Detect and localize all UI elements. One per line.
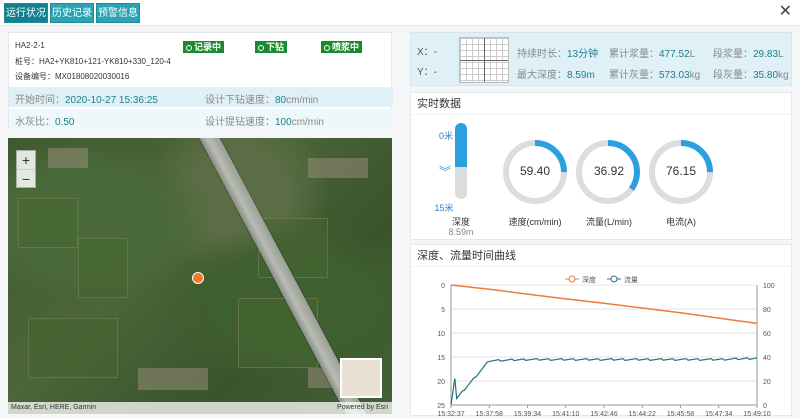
satellite-map[interactable]: + − Maxar, Esri, HERE, Garmin Powered by… (8, 138, 392, 414)
y-right-tick: 80 (763, 307, 771, 314)
chevron-down-icon: ︾ (438, 165, 451, 179)
record-icon (186, 45, 192, 51)
speed-label: 速度(cm/min) (508, 217, 562, 227)
top-bar: 运行状况 历史记录 预警信息 ✕ (0, 0, 800, 26)
tab-history[interactable]: 历史记录 (50, 3, 94, 23)
x-tick: 15:32:37 (437, 411, 464, 417)
x-tick: 15:45:58 (667, 411, 694, 417)
chart-legend: 深度 流量 (565, 275, 638, 284)
coordinate-stats-panel: X：- Y：- 持续时长：13分钟 累计浆量：477.52L 段浆量：29.83… (410, 32, 792, 86)
map-attribution: Maxar, Esri, HERE, Garmin Powered by Esr… (8, 402, 392, 414)
total-ash: 累计灰量：573.03kg (609, 70, 701, 81)
x-tick: 15:44:22 (629, 411, 656, 417)
design-down-speed: 设计下钻速度：80cm/min (205, 95, 319, 106)
realtime-data-panel: 实时数据 0米 ︾ 15米 深度 8.59m 59.40 36.92 76.15… (410, 92, 792, 240)
pile-info-panel: HA2-2-1 桩号：HA2+YK810+121-YK810+330_120-4… (8, 32, 393, 129)
start-time: 开始时间：2020-10-27 15:36:25 (15, 95, 158, 106)
depth-bottom-label: 15米 (434, 203, 454, 213)
y-left-tick: 0 (441, 283, 445, 290)
legend-flow-marker (610, 275, 618, 283)
tab-warnings[interactable]: 预警信息 (96, 3, 140, 23)
y-right-tick: 20 (763, 379, 771, 386)
segment-ash: 段灰量：35.80kg (713, 70, 789, 81)
y-left-tick: 10 (437, 331, 445, 338)
powered-by: Powered by Esri (337, 404, 388, 411)
map-field (78, 238, 128, 298)
flow-label: 流量(L/min) (585, 217, 632, 227)
status-badge-spraying: 喷浆中 (321, 41, 363, 53)
map-village (138, 368, 208, 390)
basemap-switcher[interactable] (340, 358, 382, 398)
status-badge-drilling: 下钻 (255, 41, 288, 53)
map-village (308, 158, 368, 178)
y-right-tick: 100 (763, 283, 775, 290)
record-icon (324, 45, 330, 51)
zoom-out-button[interactable]: − (17, 169, 35, 187)
flow-value: 36.92 (593, 164, 625, 178)
record-icon (258, 45, 264, 51)
depth-flow-chart-panel: 深度、流量时间曲线 深度 流量 0 5 10 15 20 25 100 80 60 40 20 0 15:3… (410, 244, 792, 417)
realtime-title: 实时数据 (411, 93, 791, 115)
tab-running-status[interactable]: 运行状况 (4, 3, 48, 23)
depth-flow-chart: 深度 流量 0 5 10 15 20 25 100 80 60 40 20 0 15:32:37 15:37:… (437, 275, 775, 417)
depth-value: 8.59m (448, 227, 474, 237)
map-field (18, 198, 78, 248)
max-depth: 最大深度：8.59m (517, 70, 595, 81)
map-field (28, 318, 118, 378)
pile-number: 桩号：HA2+YK810+121-YK810+330_120-4 (15, 57, 171, 66)
zoom-in-button[interactable]: + (17, 151, 35, 169)
series-depth-line (450, 284, 758, 325)
y-right-tick: 40 (763, 355, 771, 362)
design-up-speed: 设计提钻速度：100cm/min (205, 117, 324, 128)
location-marker[interactable] (192, 272, 204, 284)
y-left-tick: 15 (437, 355, 445, 362)
x-tick: 15:42:46 (590, 411, 617, 417)
y-left-tick: 25 (437, 403, 445, 410)
legend-flow: 流量 (624, 275, 638, 284)
x-coordinate: X：- (417, 47, 437, 58)
current-value: 76.15 (665, 164, 697, 178)
water-cement-ratio: 水灰比：0.50 (15, 117, 75, 128)
legend-depth-marker (568, 275, 576, 283)
legend-depth: 深度 (582, 275, 596, 284)
y-right-tick: 60 (763, 331, 771, 338)
x-tick: 15:47:34 (705, 411, 732, 417)
current-label: 电流(A) (666, 217, 696, 227)
total-slurry: 累计浆量：477.52L (609, 49, 696, 60)
y-right-tick: 0 (763, 403, 767, 410)
depth-gauge-fill (455, 123, 467, 167)
zoom-control: + − (16, 150, 36, 188)
chart-title: 深度、流量时间曲线 (411, 245, 791, 267)
x-tick: 15:39:34 (514, 411, 541, 417)
speed-value: 59.40 (519, 164, 551, 178)
map-village (48, 148, 88, 168)
device-number: 设备编号：MX01808020030016 (15, 72, 130, 81)
close-icon[interactable]: ✕ (779, 2, 792, 22)
segment-slurry: 段浆量：29.83L (713, 49, 784, 60)
x-tick: 15:41:10 (552, 411, 579, 417)
y-coordinate: Y：- (417, 67, 437, 78)
duration: 持续时长：13分钟 (517, 49, 599, 60)
y-left-tick: 5 (441, 307, 445, 314)
x-tick: 15:49:10 (743, 411, 770, 417)
position-grid (459, 37, 509, 83)
y-left-tick: 20 (437, 379, 445, 386)
status-badge-recording: 记录中 (183, 41, 225, 53)
pile-code: HA2-2-1 (15, 41, 45, 50)
depth-gauge (455, 123, 467, 199)
x-tick: 15:37:58 (476, 411, 503, 417)
